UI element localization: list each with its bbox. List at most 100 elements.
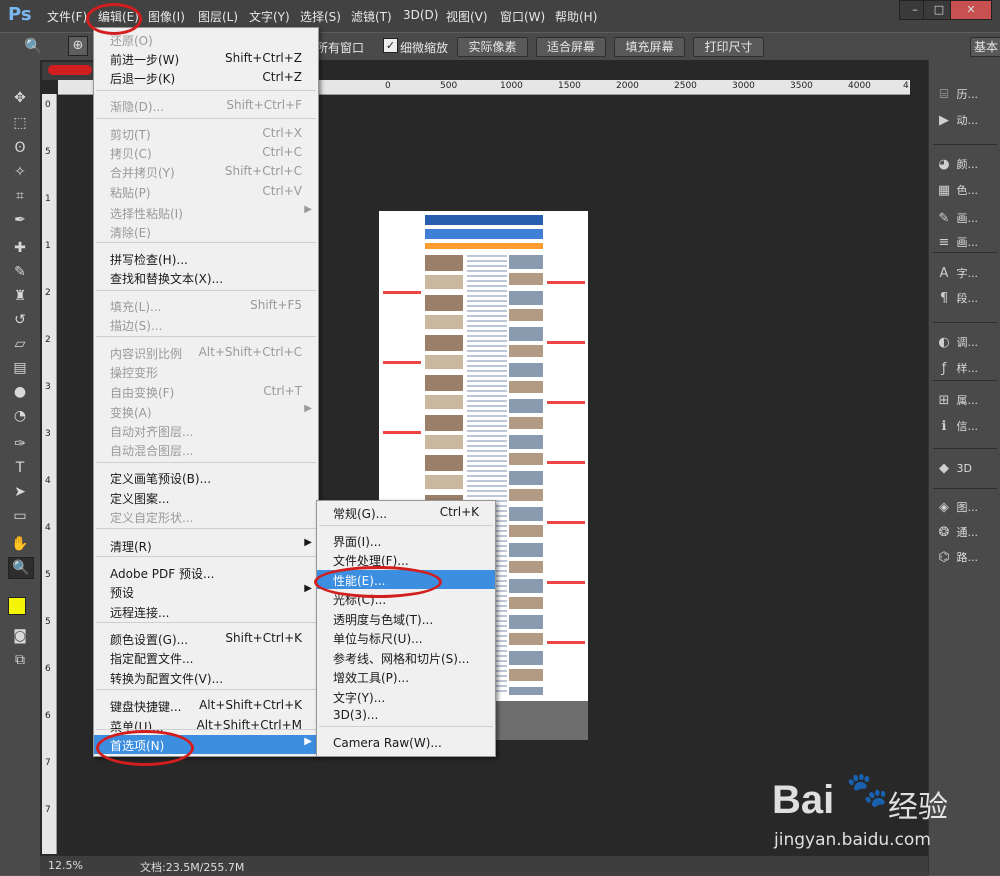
actual-pixels-button[interactable]: 实际像素 bbox=[457, 37, 528, 57]
zoom-tool-icon[interactable]: 🔍 bbox=[24, 37, 43, 55]
history-brush-icon[interactable]: ↺ bbox=[8, 310, 32, 330]
panel-adjustments[interactable]: ◐ 调... bbox=[935, 332, 999, 354]
lasso-tool-icon[interactable]: ʘ bbox=[8, 138, 32, 158]
fill-screen-button[interactable]: 填充屏幕 bbox=[614, 37, 685, 57]
edit-menu-item[interactable]: 指定配置文件... bbox=[94, 648, 318, 667]
edit-menu-item[interactable]: 定义画笔预设(B)... bbox=[94, 468, 318, 487]
clone-stamp-icon[interactable]: ♜ bbox=[8, 286, 32, 306]
panel-styles[interactable]: ƒ 样... bbox=[935, 358, 999, 380]
dodge-tool-icon[interactable]: ◔ bbox=[8, 406, 32, 426]
marquee-tool-icon[interactable]: ⬚ bbox=[8, 113, 32, 133]
ruler-tick: 500 bbox=[440, 81, 458, 91]
panel-layers[interactable]: ◈ 图... bbox=[935, 497, 999, 519]
move-tool-icon[interactable]: ✥ bbox=[8, 88, 32, 108]
edit-menu-item[interactable]: 清理(R) ▶ bbox=[94, 536, 318, 555]
preferences-menu-item[interactable]: 常规(G)... Ctrl+K bbox=[317, 503, 495, 522]
print-size-button[interactable]: 打印尺寸 bbox=[693, 37, 764, 57]
eraser-icon[interactable]: ▱ bbox=[8, 334, 32, 354]
close-button[interactable]: ✕ bbox=[950, 0, 992, 20]
hand-tool-icon[interactable]: ✋ bbox=[8, 534, 32, 554]
panel-character[interactable]: A 字... bbox=[935, 263, 999, 285]
crop-tool-icon[interactable]: ⌗ bbox=[8, 186, 32, 206]
scrubby-zoom-checkbox[interactable]: ✓ bbox=[383, 38, 398, 53]
menu-layer[interactable]: 图层(L) bbox=[198, 8, 238, 25]
menu-file[interactable]: 文件(F) bbox=[47, 8, 87, 25]
fit-screen-button[interactable]: 适合屏幕 bbox=[536, 37, 606, 57]
photoshop-logo: Ps bbox=[8, 4, 32, 25]
preferences-menu-item[interactable]: 3D(3)... bbox=[317, 706, 495, 725]
preferences-menu-item[interactable]: 增效工具(P)... bbox=[317, 667, 495, 686]
brush-presets-icon: ≡ bbox=[938, 235, 950, 250]
edit-menu-item[interactable]: 后退一步(K) Ctrl+Z bbox=[94, 68, 318, 87]
gradient-tool-icon[interactable]: ▤ bbox=[8, 358, 32, 378]
preferences-menu-item[interactable]: 文件处理(F)... bbox=[317, 550, 495, 569]
workspace-button[interactable]: 基本 bbox=[970, 37, 1000, 57]
vertical-ruler[interactable]: 0 5 1 1 2 2 3 3 4 4 5 5 6 6 7 7 bbox=[42, 94, 57, 854]
menu-item-label: 操控变形 bbox=[110, 366, 159, 380]
panel-paragraph[interactable]: ¶ 段... bbox=[935, 288, 999, 310]
panel-brush[interactable]: ✎ 画... bbox=[935, 208, 999, 230]
blur-tool-icon[interactable]: ● bbox=[8, 382, 32, 402]
quick-mask-icon[interactable]: ◙ bbox=[8, 626, 32, 646]
zoom-tool-icon-active[interactable]: 🔍 bbox=[8, 557, 34, 579]
edit-menu-item[interactable]: Adobe PDF 预设... bbox=[94, 563, 318, 582]
edit-menu-item[interactable]: 键盘快捷键... Alt+Shift+Ctrl+K bbox=[94, 696, 318, 715]
path-select-icon[interactable]: ➤ bbox=[8, 482, 32, 502]
menu-type[interactable]: 文字(Y) bbox=[249, 8, 290, 25]
menu-item-shortcut: Ctrl+C bbox=[262, 145, 302, 159]
preferences-menu-item[interactable]: 单位与标尺(U)... bbox=[317, 628, 495, 647]
menu-filter[interactable]: 滤镜(T) bbox=[351, 8, 392, 25]
panel-3d[interactable]: ◆ 3D bbox=[935, 458, 999, 480]
healing-brush-icon[interactable]: ✚ bbox=[8, 238, 32, 258]
edit-menu-item[interactable]: 定义图案... bbox=[94, 488, 318, 507]
menu-select[interactable]: 选择(S) bbox=[300, 8, 341, 25]
type-tool-icon[interactable]: T bbox=[8, 458, 32, 478]
panel-info[interactable]: ℹ 信... bbox=[935, 416, 999, 438]
preferences-menu-item[interactable]: Camera Raw(W)... bbox=[317, 734, 495, 753]
menu-3d[interactable]: 3D(D) bbox=[403, 8, 438, 22]
menu-help[interactable]: 帮助(H) bbox=[555, 8, 597, 25]
panel-color[interactable]: ◕ 颜... bbox=[935, 154, 999, 176]
edit-menu-item[interactable]: 拼写检查(H)... bbox=[94, 249, 318, 268]
panel-history[interactable]: ⌸ 历... bbox=[935, 84, 999, 106]
brush-tool-icon[interactable]: ✎ bbox=[8, 262, 32, 282]
edit-menu-item: 操控变形 bbox=[94, 362, 318, 381]
panel-properties[interactable]: ⊞ 属... bbox=[935, 390, 999, 412]
menu-image[interactable]: 图像(I) bbox=[148, 8, 185, 25]
edit-menu-item[interactable]: 颜色设置(G)... Shift+Ctrl+K bbox=[94, 629, 318, 648]
preferences-menu-item[interactable]: 参考线、网格和切片(S)... bbox=[317, 648, 495, 667]
menu-window[interactable]: 窗口(W) bbox=[500, 8, 545, 25]
menu-item-label: 剪切(T) bbox=[110, 128, 151, 142]
preferences-menu-item[interactable]: 界面(I)... bbox=[317, 531, 495, 550]
foreground-color-swatch[interactable] bbox=[8, 597, 26, 615]
paragraph-icon: ¶ bbox=[939, 291, 949, 306]
menu-item-label: 渐隐(D)... bbox=[110, 100, 165, 114]
eyedropper-icon[interactable]: ✒ bbox=[8, 210, 32, 230]
color-icon: ◕ bbox=[938, 157, 950, 172]
panel-swatches[interactable]: ▦ 色... bbox=[935, 180, 999, 202]
zoom-in-icon[interactable]: ⊕ bbox=[68, 36, 88, 56]
magic-wand-icon[interactable]: ✧ bbox=[8, 162, 32, 182]
edit-menu-item[interactable]: 远程连接... bbox=[94, 602, 318, 621]
screen-mode-icon[interactable]: ⧉ bbox=[8, 650, 32, 670]
menu-view[interactable]: 视图(V) bbox=[446, 8, 488, 25]
panel-channels[interactable]: ❂ 通... bbox=[935, 522, 999, 544]
doc-size[interactable]: 文档:23.5M/255.7M bbox=[140, 859, 244, 875]
edit-menu-item: 合并拷贝(Y) Shift+Ctrl+C bbox=[94, 162, 318, 181]
ruler-tick: 6 bbox=[45, 664, 51, 674]
shape-tool-icon[interactable]: ▭ bbox=[8, 506, 32, 526]
edit-menu-item[interactable]: 预设 ▶ bbox=[94, 582, 318, 601]
menu-item-label: 拷贝(C) bbox=[110, 147, 152, 161]
panel-label: 历... bbox=[956, 88, 979, 101]
zoom-level[interactable]: 12.5% bbox=[48, 859, 83, 872]
menu-item-shortcut: Shift+Ctrl+F bbox=[226, 98, 302, 112]
panel-brush-presets[interactable]: ≡ 画... bbox=[935, 232, 999, 254]
pen-tool-icon[interactable]: ✑ bbox=[8, 434, 32, 454]
preferences-menu-item[interactable]: 文字(Y)... bbox=[317, 687, 495, 706]
panel-paths[interactable]: ⌬ 路... bbox=[935, 547, 999, 569]
edit-menu-item[interactable]: 转换为配置文件(V)... bbox=[94, 668, 318, 687]
panel-actions[interactable]: ▶ 动... bbox=[935, 110, 999, 132]
edit-menu-item[interactable]: 查找和替换文本(X)... bbox=[94, 268, 318, 287]
edit-menu-item[interactable]: 前进一步(W) Shift+Ctrl+Z bbox=[94, 49, 318, 68]
preferences-menu-item[interactable]: 透明度与色域(T)... bbox=[317, 609, 495, 628]
